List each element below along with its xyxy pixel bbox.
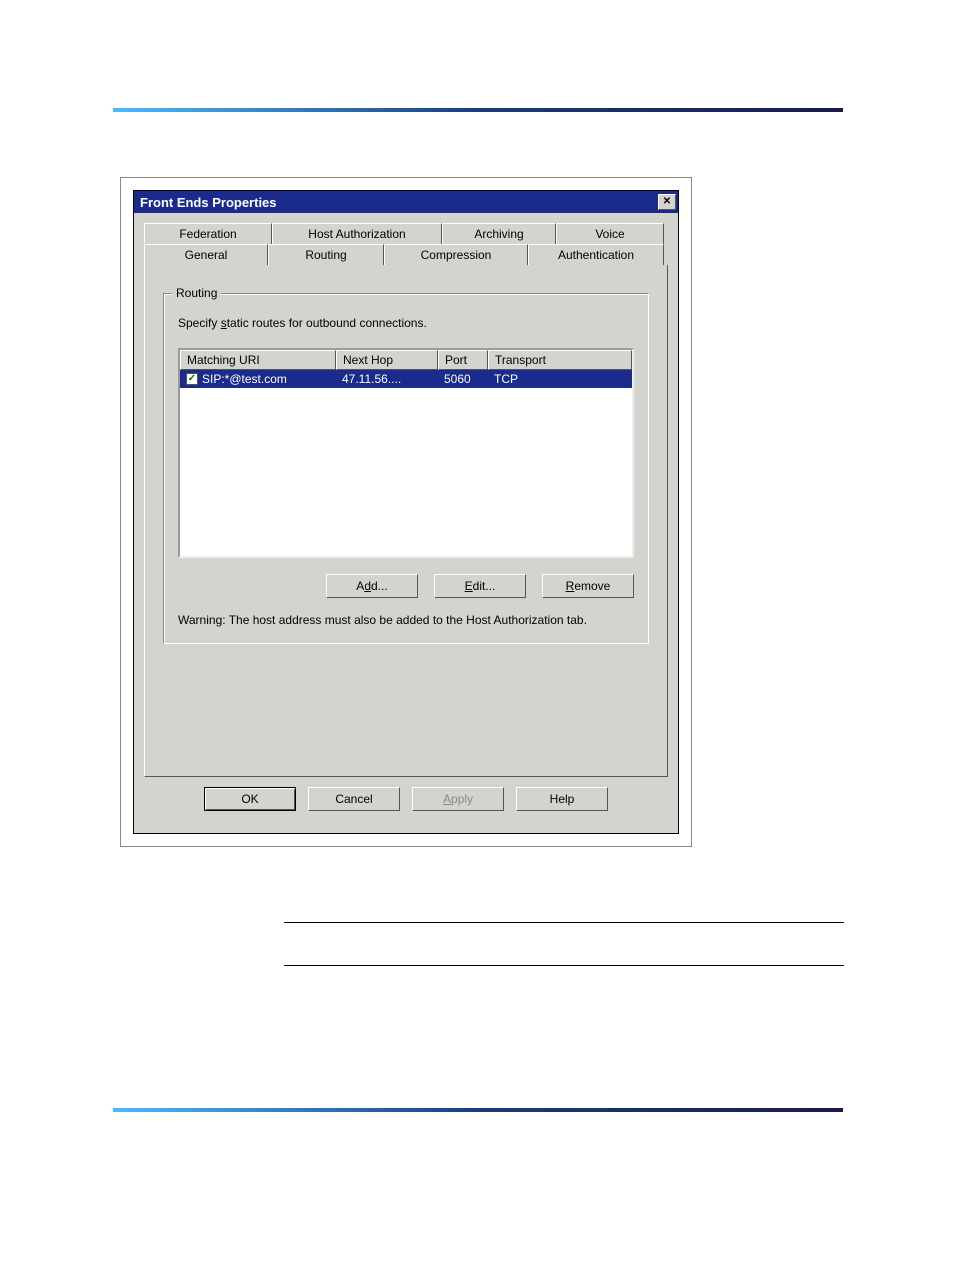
tab-compression[interactable]: Compression xyxy=(384,244,528,265)
routes-list[interactable]: Matching URI Next Hop Port Transport ✓ S… xyxy=(178,348,634,558)
note-line-2 xyxy=(284,965,844,966)
tab-general[interactable]: General xyxy=(144,244,268,265)
tab-federation[interactable]: Federation xyxy=(144,223,272,244)
note-lines xyxy=(284,922,844,1008)
close-button[interactable]: ✕ xyxy=(658,194,676,210)
col-matching-uri[interactable]: Matching URI xyxy=(180,350,336,370)
routing-group: Routing Specify static routes for outbou… xyxy=(163,293,649,644)
edit-post: dit... xyxy=(473,579,496,593)
apply-post: pply xyxy=(451,792,473,806)
route-row[interactable]: ✓ SIP:*@test.com 47.11.56.... 5060 TCP xyxy=(180,370,632,388)
col-port[interactable]: Port xyxy=(438,350,488,370)
route-buttons: Add... Edit... Remove xyxy=(178,574,634,598)
titlebar: Front Ends Properties ✕ xyxy=(134,191,678,213)
help-button[interactable]: Help xyxy=(516,787,608,811)
col-transport[interactable]: Transport xyxy=(488,350,632,370)
dialog-title: Front Ends Properties xyxy=(140,195,277,210)
dialog-buttons: OK Cancel Apply Help xyxy=(144,777,668,823)
routing-warning: Warning: The host address must also be a… xyxy=(178,612,634,629)
tab-voice[interactable]: Voice xyxy=(556,223,664,244)
tab-authentication[interactable]: Authentication xyxy=(528,244,664,265)
note-line-1 xyxy=(284,922,844,923)
cancel-button[interactable]: Cancel xyxy=(308,787,400,811)
uri-text: SIP:*@test.com xyxy=(202,372,287,386)
bottom-rule xyxy=(113,1108,843,1112)
close-icon: ✕ xyxy=(663,197,671,207)
route-checkbox[interactable]: ✓ xyxy=(186,373,198,385)
list-header: Matching URI Next Hop Port Transport xyxy=(180,350,632,370)
tab-row-back: Federation Host Authorization Archiving … xyxy=(144,223,668,244)
remove-button[interactable]: Remove xyxy=(542,574,634,598)
cell-transport: TCP xyxy=(488,372,632,386)
edit-u: E xyxy=(465,579,473,593)
routing-legend: Routing xyxy=(172,286,221,300)
tabs: Federation Host Authorization Archiving … xyxy=(144,223,668,265)
hint-pre: Specify xyxy=(178,316,221,330)
routing-hint: Specify static routes for outbound conne… xyxy=(178,316,634,330)
dialog-frame: Front Ends Properties ✕ Federation Host … xyxy=(120,177,692,847)
cell-uri: ✓ SIP:*@test.com xyxy=(180,372,336,386)
cell-hop: 47.11.56.... xyxy=(336,372,438,386)
add-post: d... xyxy=(371,579,388,593)
add-button[interactable]: Add... xyxy=(326,574,418,598)
tab-archiving[interactable]: Archiving xyxy=(442,223,556,244)
col-next-hop[interactable]: Next Hop xyxy=(336,350,438,370)
top-rule xyxy=(113,108,843,112)
add-u: d xyxy=(364,579,371,593)
tab-routing[interactable]: Routing xyxy=(268,244,384,265)
ok-button[interactable]: OK xyxy=(204,787,296,811)
tab-host-authorization[interactable]: Host Authorization xyxy=(272,223,442,244)
tab-panel-routing: Routing Specify static routes for outbou… xyxy=(144,265,668,777)
remove-u: R xyxy=(566,579,575,593)
remove-post: emove xyxy=(574,579,610,593)
dialog: Front Ends Properties ✕ Federation Host … xyxy=(133,190,679,834)
hint-post: tatic routes for outbound connections. xyxy=(227,316,427,330)
tab-row-front: General Routing Compression Authenticati… xyxy=(144,244,668,265)
apply-u: A xyxy=(443,792,451,806)
cell-port: 5060 xyxy=(438,372,488,386)
edit-button[interactable]: Edit... xyxy=(434,574,526,598)
dialog-body: Federation Host Authorization Archiving … xyxy=(134,213,678,833)
apply-button[interactable]: Apply xyxy=(412,787,504,811)
